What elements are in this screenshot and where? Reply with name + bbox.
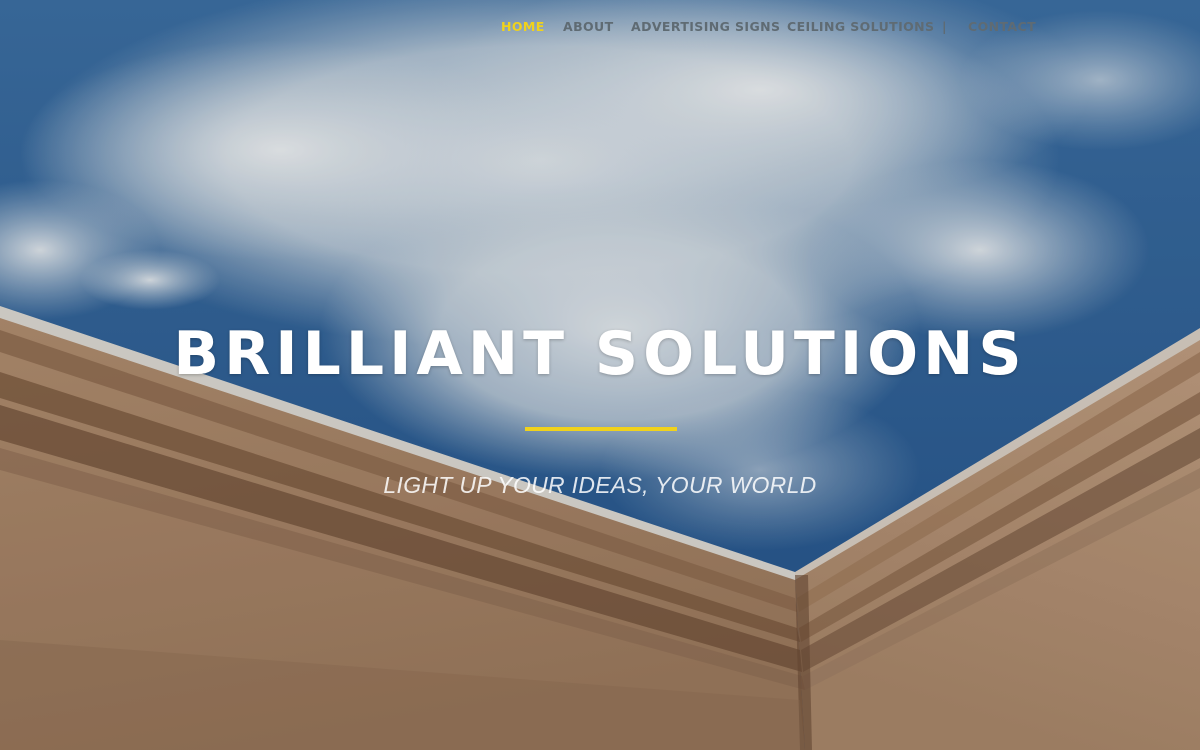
nav-item-advertising-signs[interactable]: ADVERTISING SIGNS	[631, 19, 780, 34]
main-navigation: HOME ABOUT ADVERTISING SIGNS CEILING SOL…	[0, 0, 1200, 54]
hero-tagline: LIGHT UP YOUR IDEAS, YOUR WORLD	[383, 472, 817, 498]
nav-separator: |	[942, 19, 947, 34]
nav-item-contact[interactable]: CONTACT	[968, 19, 1036, 34]
title-underline-divider	[525, 427, 677, 431]
nav-item-ceiling-solutions[interactable]: CEILING SOLUTIONS	[787, 19, 934, 34]
hero-section: HOME ABOUT ADVERTISING SIGNS CEILING SOL…	[0, 0, 1200, 750]
hero-title: BRILLIANT SOLUTIONS	[173, 319, 1027, 389]
nav-item-about[interactable]: ABOUT	[563, 19, 614, 34]
nav-item-home[interactable]: HOME	[501, 19, 545, 34]
